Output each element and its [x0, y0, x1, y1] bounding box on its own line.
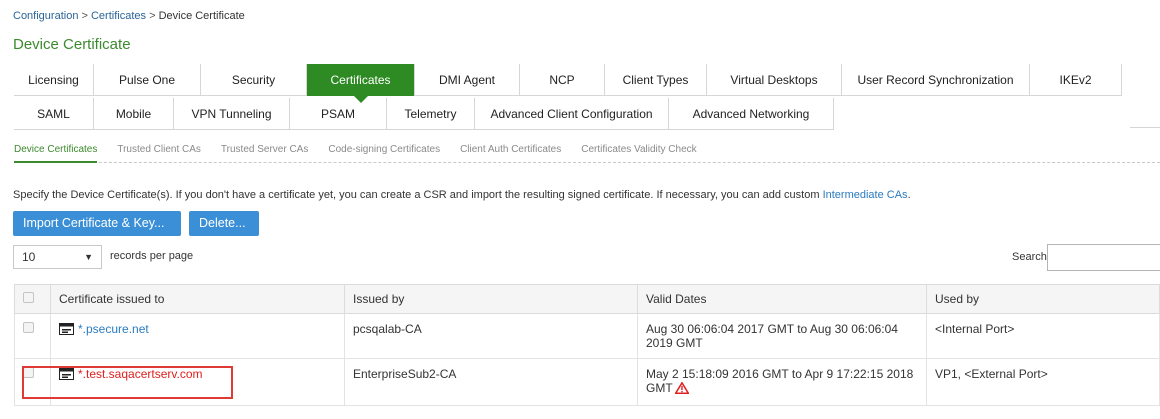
valid-dates-line: Aug 30 06:06:04 2017 GMT to Aug 30 06:06…: [646, 322, 898, 336]
breadcrumb-certificates[interactable]: Certificates: [91, 10, 146, 22]
subtab-device-certificates[interactable]: Device Certificates: [14, 139, 98, 163]
valid-dates-line: GMT: [646, 381, 673, 395]
tab-row-primary: Licensing Pulse One Security Certificate…: [14, 64, 1122, 103]
issued-by-cell: EnterpriseSub2-CA: [344, 358, 638, 406]
row-select-cell: [14, 358, 51, 406]
tab-ncp[interactable]: NCP: [520, 64, 605, 96]
tab-mobile[interactable]: Mobile: [94, 98, 174, 130]
row-checkbox[interactable]: [23, 322, 34, 333]
certificate-icon: [59, 368, 74, 380]
tab-pulse-one[interactable]: Pulse One: [94, 64, 201, 96]
valid-dates-cell: Aug 30 06:06:04 2017 GMT to Aug 30 06:06…: [637, 313, 927, 359]
tab-licensing[interactable]: Licensing: [14, 64, 94, 96]
used-by-cell: VP1, <External Port>: [926, 358, 1160, 406]
tab-certificates[interactable]: Certificates: [307, 64, 415, 103]
issued-by-cell: pcsqalab-CA: [344, 313, 638, 359]
search-input[interactable]: [1047, 244, 1160, 271]
subtab-trusted-server-cas[interactable]: Trusted Server CAs: [221, 139, 308, 162]
certificate-link[interactable]: *.psecure.net: [78, 322, 149, 336]
certificate-link[interactable]: *.test.saqacertserv.com: [78, 367, 203, 381]
warning-icon: [674, 382, 689, 394]
chevron-down-icon: ▼: [84, 252, 93, 262]
column-header-issued-by[interactable]: Issued by: [344, 284, 638, 314]
page-title: Device Certificate: [13, 36, 131, 53]
delete-button[interactable]: Delete...: [189, 211, 259, 236]
select-all-header: [14, 284, 51, 314]
records-per-page-select[interactable]: 10 ▼: [13, 245, 102, 269]
records-per-page-value: 10: [22, 250, 36, 264]
select-all-checkbox[interactable]: [23, 292, 34, 303]
tab-advanced-networking[interactable]: Advanced Networking: [669, 98, 834, 130]
records-per-page-label: records per page: [110, 250, 194, 262]
table-row: *.psecure.net pcsqalab-CA Aug 30 06:06:0…: [14, 313, 1160, 359]
description-end: .: [907, 189, 911, 201]
breadcrumb-separator: >: [146, 10, 159, 22]
description-text: Specify the Device Certificate(s). If yo…: [13, 189, 911, 201]
tab-virtual-desktops[interactable]: Virtual Desktops: [707, 64, 842, 96]
description-body: Specify the Device Certificate(s). If yo…: [13, 189, 823, 201]
tab-security[interactable]: Security: [201, 64, 307, 96]
tab-row-divider: [1130, 127, 1160, 128]
certificates-table: Certificate issued to Issued by Valid Da…: [14, 284, 1160, 406]
certificate-icon: [59, 323, 74, 335]
table-row: *.test.saqacertserv.com EnterpriseSub2-C…: [14, 358, 1160, 406]
issued-to-cell: *.test.saqacertserv.com: [50, 358, 345, 406]
used-by-cell: <Internal Port>: [926, 313, 1160, 359]
valid-dates-line: May 2 15:18:09 2016 GMT to Apr 9 17:22:1…: [646, 367, 914, 381]
column-header-valid-dates[interactable]: Valid Dates: [637, 284, 927, 314]
column-header-used-by[interactable]: Used by: [926, 284, 1160, 314]
subtab-trusted-client-cas[interactable]: Trusted Client CAs: [117, 139, 201, 162]
subtab-code-signing-certificates[interactable]: Code-signing Certificates: [328, 139, 440, 162]
valid-dates-cell: May 2 15:18:09 2016 GMT to Apr 9 17:22:1…: [637, 358, 927, 406]
table-header-row: Certificate issued to Issued by Valid Da…: [14, 284, 1160, 314]
search-label: Search:: [1012, 251, 1050, 263]
tab-vpn-tunneling[interactable]: VPN Tunneling: [174, 98, 290, 130]
breadcrumb-current: Device Certificate: [158, 10, 245, 22]
tab-ikev2[interactable]: IKEv2: [1030, 64, 1122, 96]
row-checkbox[interactable]: [23, 367, 34, 378]
tab-telemetry[interactable]: Telemetry: [387, 98, 475, 130]
subtab-certificates-validity-check[interactable]: Certificates Validity Check: [581, 139, 696, 162]
tab-row-secondary: SAML Mobile VPN Tunneling PSAM Telemetry…: [14, 98, 834, 130]
breadcrumb-separator: >: [78, 10, 91, 22]
breadcrumb: Configuration > Certificates > Device Ce…: [13, 10, 245, 22]
import-certificate-button[interactable]: Import Certificate & Key...: [13, 211, 181, 236]
tab-client-types[interactable]: Client Types: [605, 64, 707, 96]
tab-user-record-synchronization[interactable]: User Record Synchronization: [842, 64, 1030, 96]
column-header-issued-to[interactable]: Certificate issued to: [50, 284, 345, 314]
issued-to-cell: *.psecure.net: [50, 313, 345, 359]
valid-dates-line: 2019 GMT: [646, 336, 703, 350]
row-select-cell: [14, 313, 51, 359]
tab-advanced-client-configuration[interactable]: Advanced Client Configuration: [475, 98, 669, 130]
subtab-bar: Device Certificates Trusted Client CAs T…: [14, 139, 1160, 163]
breadcrumb-configuration[interactable]: Configuration: [13, 10, 78, 22]
tab-dmi-agent[interactable]: DMI Agent: [415, 64, 520, 96]
tab-psam[interactable]: PSAM: [290, 98, 387, 130]
subtab-client-auth-certificates[interactable]: Client Auth Certificates: [460, 139, 561, 162]
intermediate-cas-link[interactable]: Intermediate CAs: [823, 189, 908, 201]
tab-saml[interactable]: SAML: [14, 98, 94, 130]
